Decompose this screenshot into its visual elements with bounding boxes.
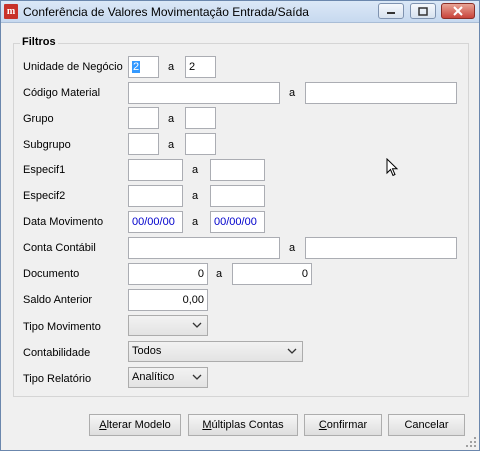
- range-separator: a: [192, 164, 199, 176]
- maximize-icon: [418, 6, 428, 16]
- confirmar-button[interactable]: Confirmar: [304, 414, 382, 436]
- range-separator: a: [192, 190, 199, 202]
- tipo-movimento-select[interactable]: [128, 315, 208, 336]
- especif1-to-input[interactable]: [210, 159, 265, 181]
- especif2-from-input[interactable]: [128, 185, 183, 207]
- tipo-relatorio-select[interactable]: Analítico: [128, 367, 208, 388]
- chevron-down-icon: [192, 374, 202, 380]
- subgrupo-label: Subgrupo: [23, 139, 71, 151]
- especif1-from-input[interactable]: [128, 159, 183, 181]
- contabilidade-select[interactable]: Todos: [128, 341, 303, 362]
- grupo-to-input[interactable]: [185, 107, 216, 129]
- resize-grip-icon[interactable]: [465, 436, 477, 448]
- close-button[interactable]: [441, 3, 475, 19]
- app-logo-icon[interactable]: m: [4, 4, 18, 19]
- title-bar[interactable]: m Conferência de Valores Movimentação En…: [1, 1, 479, 23]
- alterar-modelo-button[interactable]: Alterar Modelo: [89, 414, 181, 436]
- dialog-window: m Conferência de Valores Movimentação En…: [0, 0, 480, 451]
- data-movimento-label: Data Movimento: [23, 216, 104, 228]
- codigo-material-label: Código Material: [23, 87, 101, 99]
- mouse-pointer-icon: [386, 158, 399, 177]
- conta-contabil-to-input[interactable]: [305, 237, 457, 259]
- filters-group-title: Filtros: [20, 36, 58, 48]
- grupo-from-input[interactable]: [128, 107, 159, 129]
- documento-from-input[interactable]: 0: [128, 263, 208, 285]
- saldo-anterior-input[interactable]: 0,00: [128, 289, 208, 311]
- especif2-to-input[interactable]: [210, 185, 265, 207]
- range-separator: a: [289, 242, 296, 254]
- alterar-modelo-label: lterar Modelo: [106, 419, 171, 431]
- multiplas-contas-label: últiplas Contas: [211, 419, 284, 431]
- cancelar-button[interactable]: Cancelar: [388, 414, 465, 436]
- window-title: Conferência de Valores Movimentação Entr…: [23, 5, 309, 19]
- subgrupo-to-input[interactable]: [185, 133, 216, 155]
- range-separator: a: [168, 61, 175, 73]
- especif1-label: Especif1: [23, 164, 66, 176]
- multiplas-contas-hotkey: M: [202, 419, 212, 431]
- unidade-negocio-from-value: 2: [132, 61, 141, 73]
- range-separator: a: [192, 216, 199, 228]
- documento-label: Documento: [23, 268, 80, 280]
- data-movimento-to-input[interactable]: 00/00/00: [210, 211, 265, 233]
- conta-contabil-label: Conta Contábil: [23, 242, 96, 254]
- contabilidade-value: Todos: [132, 345, 162, 357]
- saldo-anterior-label: Saldo Anterior: [23, 294, 93, 306]
- multiplas-contas-button[interactable]: Múltiplas Contas: [188, 414, 298, 436]
- cancelar-label: Cancelar: [404, 419, 449, 431]
- range-separator: a: [216, 268, 223, 280]
- codigo-material-from-input[interactable]: [128, 82, 280, 104]
- tipo-movimento-label: Tipo Movimento: [23, 321, 101, 333]
- range-separator: a: [168, 139, 175, 151]
- chevron-down-icon: [192, 322, 202, 328]
- conta-contabil-from-input[interactable]: [128, 237, 280, 259]
- codigo-material-to-input[interactable]: [305, 82, 457, 104]
- tipo-relatorio-value: Analítico: [132, 371, 175, 383]
- chevron-down-icon: [287, 348, 297, 354]
- close-icon: [453, 6, 463, 16]
- range-separator: a: [289, 87, 296, 99]
- range-separator: a: [168, 113, 175, 125]
- minimize-icon: [387, 12, 395, 14]
- tipo-relatorio-label: Tipo Relatório: [23, 373, 92, 385]
- unidade-negocio-to-input[interactable]: 2: [185, 56, 216, 78]
- contabilidade-label: Contabilidade: [23, 347, 91, 359]
- alterar-modelo-hotkey: A: [99, 419, 107, 431]
- minimize-button[interactable]: [378, 3, 404, 19]
- subgrupo-from-input[interactable]: [128, 133, 159, 155]
- confirmar-hotkey: C: [318, 419, 327, 431]
- especif2-label: Especif2: [23, 190, 66, 202]
- confirmar-label: onfirmar: [326, 419, 368, 431]
- unidade-negocio-label: Unidade de Negócio: [23, 61, 123, 73]
- unidade-negocio-from-input[interactable]: 2: [128, 56, 159, 78]
- grupo-label: Grupo: [23, 113, 54, 125]
- maximize-button[interactable]: [410, 3, 436, 19]
- documento-to-input[interactable]: 0: [232, 263, 312, 285]
- data-movimento-from-input[interactable]: 00/00/00: [128, 211, 183, 233]
